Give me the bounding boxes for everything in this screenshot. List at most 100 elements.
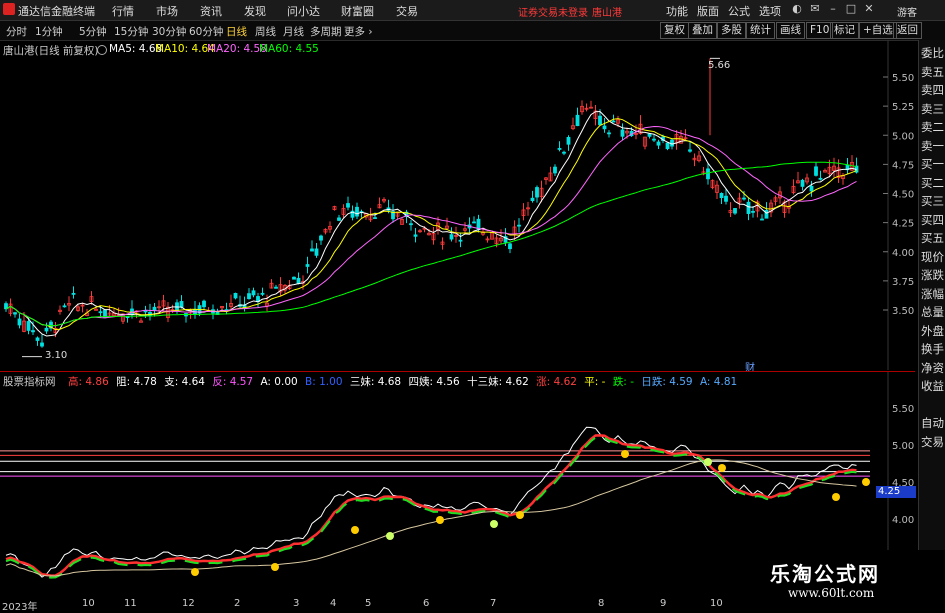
mail-icon[interactable]: ✉	[808, 2, 822, 16]
menu-jiaoyi[interactable]: 交易	[396, 3, 418, 19]
btn-diejia[interactable]: 叠加	[688, 22, 717, 39]
btn-add-favorite[interactable]: +自选	[859, 22, 897, 39]
minimize-icon[interactable]: –	[826, 2, 840, 16]
btn-tongji[interactable]: 统计	[746, 22, 775, 39]
side-item[interactable]: 买三	[919, 194, 945, 208]
candle-body	[751, 210, 755, 213]
menu-faxian[interactable]: 发现	[244, 3, 266, 19]
candle-body	[13, 312, 17, 315]
candle-body	[274, 286, 278, 289]
btn-biaoji[interactable]: 标记	[830, 22, 859, 39]
side-item[interactable]: 卖四	[919, 83, 945, 97]
tab-1min[interactable]: 1分钟	[35, 24, 63, 39]
y-tick-label: 5.00	[892, 131, 914, 142]
candle-body	[647, 133, 652, 137]
side-item[interactable]: 买二	[919, 176, 945, 190]
candle-body	[724, 195, 728, 202]
candle-body	[611, 120, 616, 123]
period-toolbar: 分时 1分钟 5分钟 15分钟 30分钟 60分钟 日线 周线 月线 多周期 更…	[0, 21, 945, 41]
menu-banmian[interactable]: 版面	[697, 3, 719, 19]
y-tick-label: 4.75	[892, 160, 914, 171]
side-item[interactable]: 自动	[919, 416, 945, 430]
x-label: 3	[293, 598, 300, 609]
skin-icon[interactable]: ◐	[790, 2, 804, 16]
side-item[interactable]: 净资	[919, 361, 945, 375]
candle-body	[764, 209, 769, 219]
candle-body	[409, 223, 413, 226]
close-icon[interactable]: ✕	[862, 2, 876, 16]
candle-body	[800, 179, 805, 187]
side-item[interactable]: 交易	[919, 435, 945, 449]
tab-more[interactable]: 更多 ›	[344, 24, 373, 39]
side-item[interactable]: 卖五	[919, 65, 945, 79]
tab-15min[interactable]: 15分钟	[114, 24, 148, 39]
candle-body	[337, 217, 341, 221]
signal-marker-icon	[490, 520, 498, 528]
menu-zixun[interactable]: 资讯	[200, 3, 222, 19]
title-bar: 通达信金融终端 行情 市场 资讯 发现 问小达 财富圈 交易 证券交易未登录 唐…	[0, 0, 945, 21]
candle-body	[26, 321, 31, 331]
y-tick-label: 4.00	[892, 515, 914, 526]
trend-line-green	[5, 436, 857, 579]
side-item[interactable]: 买四	[919, 213, 945, 227]
menu-gongshi[interactable]: 公式	[728, 3, 750, 19]
y-tick-label: 5.50	[892, 73, 914, 84]
buy-marker-icon	[832, 493, 840, 501]
side-item[interactable]: 卖二	[919, 120, 945, 134]
trend-line-red	[5, 434, 857, 577]
guest-label[interactable]: 游客	[897, 4, 917, 19]
tab-weekly[interactable]: 周线	[255, 24, 276, 39]
tab-60min[interactable]: 60分钟	[189, 24, 223, 39]
main-kline-chart[interactable]: 5.50 5.25 5.00 4.75 4.50 4.25 4.00 3.75 3.50	[0, 40, 915, 370]
app-logo-icon	[3, 3, 15, 15]
tab-multi-period[interactable]: 多周期	[310, 24, 342, 39]
candle-body	[35, 337, 40, 341]
side-item[interactable]: 涨跌	[919, 268, 945, 282]
side-item[interactable]: 收益	[919, 379, 945, 393]
menu-caifuquan[interactable]: 财富圈	[341, 3, 374, 19]
side-item[interactable]: 现价	[919, 250, 945, 264]
side-item[interactable]: 换手	[919, 342, 945, 356]
tab-monthly[interactable]: 月线	[283, 24, 304, 39]
menu-xuanxiang[interactable]: 选项	[759, 3, 781, 19]
candle-body	[373, 217, 377, 219]
candle-body	[553, 166, 557, 174]
side-item[interactable]: 卖一	[919, 139, 945, 153]
side-item[interactable]: 外盘	[919, 324, 945, 338]
candle-body	[809, 185, 814, 192]
tab-daily[interactable]: 日线	[226, 24, 247, 39]
tab-fenshi[interactable]: 分时	[6, 24, 27, 39]
side-item[interactable]: 卖三	[919, 102, 945, 116]
date-axis	[0, 597, 760, 609]
side-item[interactable]: 涨幅	[919, 287, 945, 301]
menu-gongneng[interactable]: 功能	[666, 3, 688, 19]
menu-hangqing[interactable]: 行情	[112, 3, 134, 19]
candle-body	[760, 218, 764, 221]
btn-fuquan[interactable]: 复权	[660, 22, 689, 39]
side-item[interactable]: 买一	[919, 157, 945, 171]
btn-huaxian[interactable]: 画线	[776, 22, 805, 39]
menu-wenxiaoda[interactable]: 问小达	[287, 3, 320, 19]
side-item[interactable]: 委比	[919, 46, 945, 60]
side-item[interactable]: 买五	[919, 231, 945, 245]
buy-marker-icon	[621, 450, 629, 458]
candle-body	[530, 197, 535, 202]
maximize-icon[interactable]: □	[844, 2, 858, 16]
side-item[interactable]: 总量	[919, 305, 945, 319]
app-name: 通达信金融终端	[18, 5, 95, 18]
btn-duogu[interactable]: 多股	[717, 22, 746, 39]
menu-shichang[interactable]: 市场	[156, 3, 178, 19]
quote-side-panel: 委比卖五卖四卖三卖二卖一买一买二买三买四买五现价涨跌涨幅总量外盘换手净资收益自动…	[918, 40, 945, 609]
btn-back[interactable]: 返回	[893, 22, 922, 39]
candle-body	[652, 138, 656, 141]
x-label: 4	[330, 598, 337, 609]
tab-30min[interactable]: 30分钟	[152, 24, 186, 39]
candle-body	[71, 292, 76, 295]
candle-body	[719, 192, 724, 199]
login-notice[interactable]: 证券交易未登录	[518, 4, 588, 19]
tab-5min[interactable]: 5分钟	[79, 24, 107, 39]
y-tick-label: 3.75	[892, 277, 914, 288]
candle-body	[598, 115, 602, 126]
x-label: 11	[124, 598, 137, 609]
x-label: 5	[365, 598, 372, 609]
